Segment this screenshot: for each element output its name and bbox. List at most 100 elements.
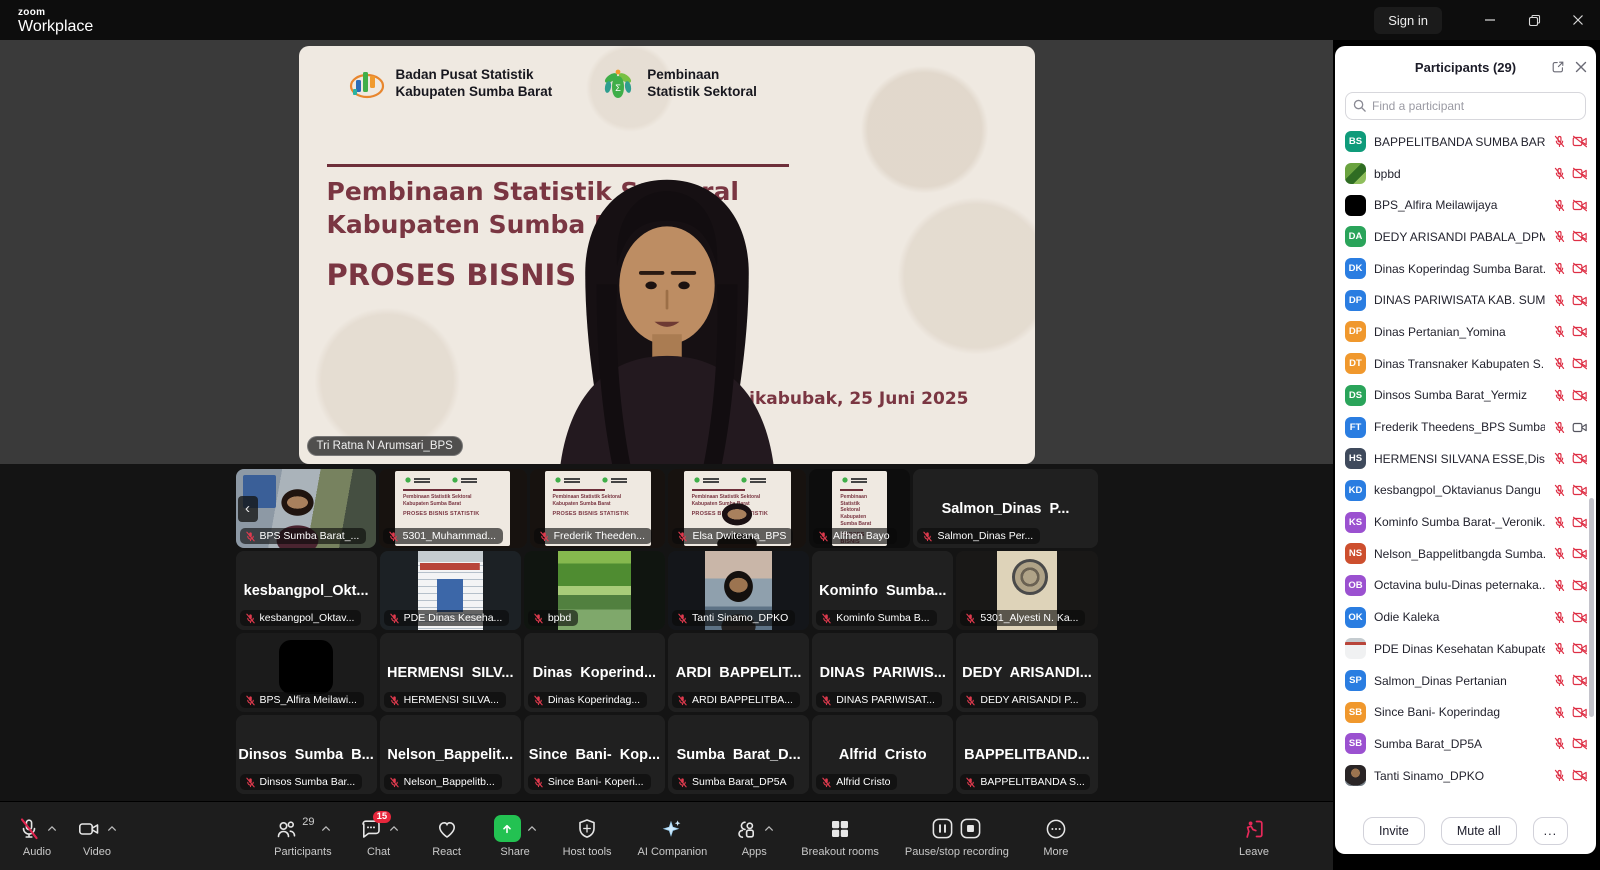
video-tile[interactable]: ARDI BAPPELIT... ARDI BAPPELITBA... <box>668 633 809 712</box>
tile-name-text: Dinas Koperindag... <box>548 694 640 706</box>
mute-all-button[interactable]: Mute all <box>1441 817 1517 845</box>
search-input[interactable] <box>1345 92 1586 120</box>
restore-button[interactable] <box>1512 0 1556 40</box>
chat-button[interactable]: 15 Chat <box>352 811 406 862</box>
video-tile[interactable]: BAPPELITBAND... BAPPELITBANDA S... <box>956 715 1097 794</box>
participant-video-off-icon <box>1572 294 1588 307</box>
participant-row[interactable]: OB Octavina bulu-Dinas peternaka... <box>1345 570 1590 602</box>
video-tile[interactable]: PDE Dinas Keseha... <box>380 551 521 630</box>
participant-row[interactable]: PDE Dinas Kesehatan Kabupate... <box>1345 633 1590 665</box>
leave-meeting-icon <box>1242 817 1266 841</box>
mic-off-icon <box>965 777 976 788</box>
participants-options-chevron-icon[interactable] <box>321 825 331 832</box>
ai-companion-button[interactable]: AI Companion <box>632 811 714 862</box>
participant-row[interactable]: BS BAPPELITBANDA SUMBA BARAT <box>1345 126 1590 158</box>
breakout-rooms-button[interactable]: Breakout rooms <box>795 811 885 862</box>
participant-row[interactable]: HS HERMENSI SILVANA ESSE,Disna... <box>1345 443 1590 475</box>
gallery-row-4: Dinsos Sumba B... Dinsos Sumba Bar... Ne <box>236 715 1098 794</box>
video-tile[interactable]: Pembinaan Statistik Sektoral Kabupaten S… <box>379 469 527 548</box>
video-tile[interactable]: DINAS PARIWIS... DINAS PARIWISAT... <box>812 633 953 712</box>
more-label: More <box>1043 846 1068 858</box>
close-window-button[interactable] <box>1556 0 1600 40</box>
audio-button[interactable]: Audio <box>10 811 64 862</box>
video-gallery: ‹ Pembinaan Statistik Sektoral Kabupaten… <box>0 464 1333 801</box>
participant-row[interactable]: DS Dinsos Sumba Barat_Yermiz <box>1345 380 1590 412</box>
participant-mic-off-icon <box>1553 611 1566 624</box>
video-tile[interactable]: Sumba Barat_D... Sumba Barat_DP5A <box>668 715 809 794</box>
tile-name-text: Nelson_Bappelitb... <box>404 776 495 788</box>
participant-mic-off-icon <box>1553 357 1566 370</box>
participant-row[interactable]: NS Nelson_Bappelitbangda Sumba... <box>1345 538 1590 570</box>
participant-mic-off-icon <box>1553 484 1566 497</box>
pause-stop-recording-button[interactable]: Pause/stop recording <box>899 811 1015 862</box>
participant-row[interactable]: SP Salmon_Dinas Pertanian <box>1345 665 1590 697</box>
video-tile[interactable]: Alfrid Cristo Alfrid Cristo <box>812 715 953 794</box>
video-tile[interactable]: Nelson_Bappelit... Nelson_Bappelitb... <box>380 715 521 794</box>
pop-out-icon[interactable] <box>1550 59 1566 75</box>
scroll-left-button[interactable]: ‹ <box>238 496 258 522</box>
panel-scrollbar[interactable] <box>1589 498 1594 716</box>
participant-row[interactable]: DP DINAS PARIWISATA KAB. SUMB... <box>1345 284 1590 316</box>
video-button[interactable]: Video <box>70 811 124 862</box>
participant-row[interactable]: DP Dinas Pertanian_Yomina <box>1345 316 1590 348</box>
chat-unread-badge: 15 <box>373 811 392 823</box>
more-button[interactable]: More <box>1029 811 1083 862</box>
video-tile[interactable]: HERMENSI SILV... HERMENSI SILVA... <box>380 633 521 712</box>
video-tile[interactable]: BPS_Alfira Meilawi... <box>236 633 377 712</box>
minimize-button[interactable] <box>1468 0 1512 40</box>
tile-name-label: BPS Sumba Barat_... <box>240 528 367 544</box>
host-tools-button[interactable]: Host tools <box>557 811 618 862</box>
participant-row[interactable]: DT Dinas Transnaker Kabupaten S... <box>1345 348 1590 380</box>
close-panel-icon[interactable] <box>1574 60 1588 74</box>
tile-name-text: Dinsos Sumba Bar... <box>260 776 356 788</box>
pause-recording-icon[interactable] <box>931 817 954 840</box>
video-tile[interactable]: Pembinaan Statistik Sektoral Kabupaten S… <box>530 469 666 548</box>
participant-row[interactable]: FT Frederik Theedens_BPS Sumba ... <box>1345 411 1590 443</box>
video-tile[interactable]: Dinas Koperind... Dinas Koperindag... <box>524 633 665 712</box>
apps-button[interactable]: Apps <box>727 811 781 862</box>
video-tile[interactable]: Pembinaan Statistik Sektoral Kabupaten S… <box>913 469 1097 548</box>
participant-row[interactable]: OK Odie Kaleka <box>1345 601 1590 633</box>
participant-row[interactable]: KD kesbangpol_Oktavianus Dangu ... <box>1345 475 1590 507</box>
video-tile[interactable]: bpbd <box>524 551 665 630</box>
chat-options-chevron-icon[interactable] <box>389 825 399 832</box>
mini-slide-line2: Kabupaten Sumba Barat <box>553 501 643 508</box>
participant-row[interactable]: KS Kominfo Sumba Barat-_Veronik... <box>1345 506 1590 538</box>
video-tile[interactable]: Kominfo Sumba... Kominfo Sumba B... <box>812 551 953 630</box>
video-tile[interactable]: DEDY ARISANDI... DEDY ARISANDI P... <box>956 633 1097 712</box>
audio-options-chevron-icon[interactable] <box>47 825 57 832</box>
panel-more-button[interactable]: ... <box>1533 817 1568 845</box>
mic-off-icon <box>245 777 256 788</box>
participant-mic-off-icon <box>1553 547 1566 560</box>
participant-row[interactable]: Tanti Sinamo_DPKO <box>1345 760 1590 792</box>
participant-row[interactable]: DK Dinas Koperindag Sumba Barat... <box>1345 253 1590 285</box>
video-tile[interactable]: Since Bani- Kop... Since Bani- Koperi... <box>524 715 665 794</box>
video-tile[interactable]: kesbangpol_Okt... kesbangpol_Oktav... <box>236 551 377 630</box>
participant-row[interactable]: SB Since Bani- Koperindag <box>1345 696 1590 728</box>
video-tile[interactable]: Dinsos Sumba B... Dinsos Sumba Bar... <box>236 715 377 794</box>
participants-button[interactable]: 29 Participants <box>268 811 337 862</box>
presenter-person <box>496 148 837 464</box>
invite-button[interactable]: Invite <box>1363 817 1425 845</box>
video-tile[interactable]: Pembinaan Statistik Sektoral Kabupaten S… <box>668 469 806 548</box>
share-options-chevron-icon[interactable] <box>527 825 537 832</box>
video-tile[interactable]: Tanti Sinamo_DPKO <box>668 551 809 630</box>
leave-button[interactable]: Leave <box>1227 811 1281 862</box>
video-tile[interactable]: Pembinaan Statistik Sektoral Kabupaten S… <box>809 469 910 548</box>
participant-row[interactable]: DA DEDY ARISANDI PABALA_DPMD... <box>1345 221 1590 253</box>
participants-list[interactable]: BS BAPPELITBANDA SUMBA BARAT <box>1335 124 1596 808</box>
react-button[interactable]: React <box>420 811 474 862</box>
participant-search[interactable] <box>1345 92 1586 120</box>
video-options-chevron-icon[interactable] <box>107 825 117 832</box>
participant-row[interactable]: BPS_Alfira Meilawijaya <box>1345 189 1590 221</box>
video-tile[interactable]: 5301_Alyesti N. Ka... <box>956 551 1097 630</box>
share-button[interactable]: Share <box>488 811 543 862</box>
participant-row[interactable]: SB Sumba Barat_DP5A <box>1345 728 1590 760</box>
tile-name-label: HERMENSI SILVA... <box>384 692 506 708</box>
sign-in-button[interactable]: Sign in <box>1374 7 1442 34</box>
apps-options-chevron-icon[interactable] <box>764 825 774 832</box>
participant-row[interactable]: bpbd <box>1345 158 1590 190</box>
stop-recording-icon[interactable] <box>959 817 982 840</box>
active-speaker-tile[interactable]: Badan Pusat Statistik Kabupaten Sumba Ba… <box>299 46 1035 464</box>
mic-off-icon <box>533 613 544 624</box>
